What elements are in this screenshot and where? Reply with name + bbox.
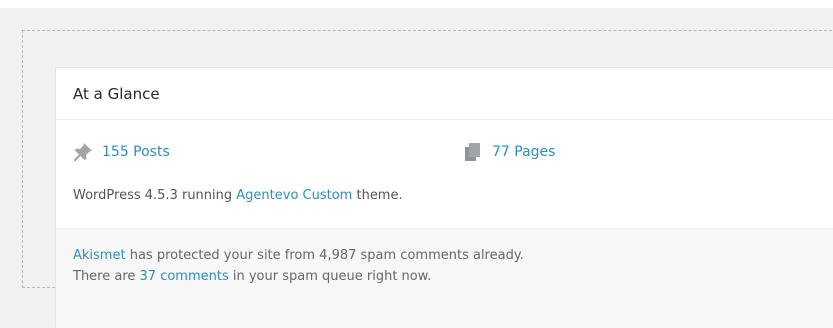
spam-queue-prefix: There are bbox=[73, 269, 140, 284]
akismet-status: Akismet has protected your site from 4,9… bbox=[56, 228, 833, 328]
widget-title: At a Glance bbox=[73, 84, 160, 103]
spam-queue-suffix: in your spam queue right now. bbox=[228, 269, 432, 284]
wordpress-version-line: WordPress 4.5.3 running Agentevo Custom … bbox=[73, 188, 403, 203]
version-text: WordPress 4.5.3 running bbox=[73, 188, 237, 203]
akismet-line-2: There are 37 comments in your spam queue… bbox=[73, 266, 833, 287]
akismet-link[interactable]: Akismet bbox=[73, 248, 126, 263]
posts-count-link[interactable]: 155 Posts bbox=[73, 140, 170, 164]
widget-header[interactable]: At a Glance bbox=[56, 68, 833, 120]
theme-link[interactable]: Agentevo Custom bbox=[236, 188, 352, 203]
pushpin-icon bbox=[73, 142, 93, 162]
posts-count-label: 155 Posts bbox=[102, 144, 170, 160]
top-strip bbox=[0, 0, 833, 8]
pages-count-label: 77 Pages bbox=[492, 144, 556, 160]
version-suffix: theme. bbox=[352, 188, 403, 203]
spam-comments-link[interactable]: 37 comments bbox=[140, 269, 229, 284]
at-a-glance-widget: At a Glance 155 Posts 77 Pages WordPress… bbox=[55, 67, 833, 328]
pages-count-link[interactable]: 77 Pages bbox=[463, 140, 555, 164]
akismet-line-1: Akismet has protected your site from 4,9… bbox=[73, 245, 833, 266]
akismet-protected-text: has protected your site from 4,987 spam … bbox=[125, 248, 524, 263]
content-counts: 155 Posts 77 Pages bbox=[73, 140, 833, 164]
pages-icon bbox=[463, 142, 483, 162]
